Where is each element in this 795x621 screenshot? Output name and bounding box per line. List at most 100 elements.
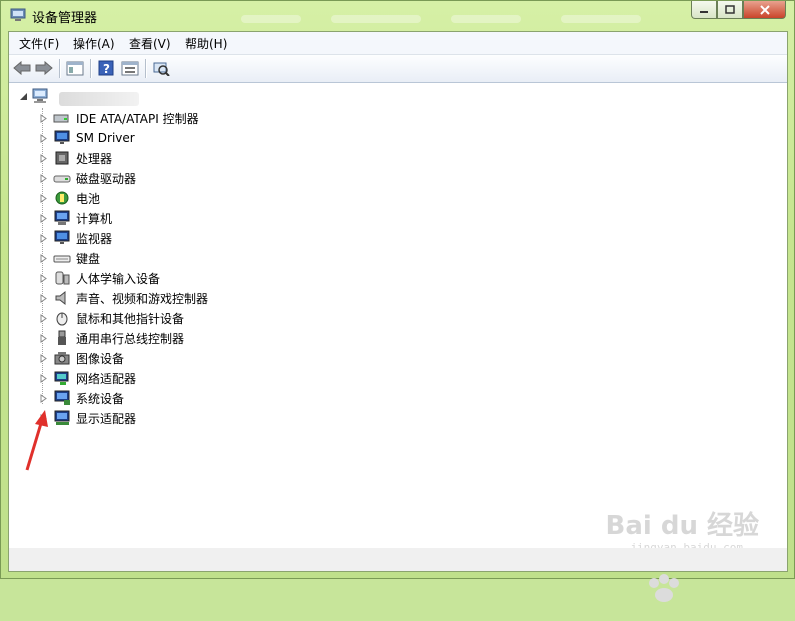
baidu-paw-icon [649,574,679,602]
tree-item-label: 磁盘驱动器 [76,171,137,186]
toolbar-separator [90,59,92,78]
window-controls [691,1,786,19]
minimize-icon [700,10,708,13]
collapse-triangle-icon[interactable] [19,92,28,101]
menu-view[interactable]: 查看(V) [129,35,171,52]
maximize-icon [725,5,735,14]
tree-item[interactable]: 电池 [39,188,100,208]
expand-triangle-icon[interactable] [39,373,48,383]
menu-help[interactable]: 帮助(H) [185,35,227,52]
show-hide-console-tree-button[interactable] [65,59,85,77]
disk-drive-icon [53,170,71,186]
toolbar: ? [9,55,787,83]
svg-text:?: ? [103,62,110,76]
tree-item-label: 处理器 [76,151,113,166]
tree-item[interactable]: 键盘 [39,248,100,268]
expand-triangle-icon[interactable] [39,133,48,143]
back-arrow-icon [13,61,31,75]
tree-item-label: SM Driver [76,131,135,145]
expand-triangle-icon[interactable] [39,153,48,163]
expand-triangle-icon[interactable] [39,253,48,263]
baidu-watermark [592,573,742,621]
menu-bar: 文件(F) 操作(A) 查看(V) 帮助(H) [9,32,787,55]
toolbar-separator [145,59,147,78]
tree-item[interactable]: 声音、视频和游戏控制器 [39,288,208,308]
tree-item[interactable]: 处理器 [39,148,112,168]
expand-triangle-icon[interactable] [39,393,48,403]
tree-item[interactable]: 计算机 [39,208,112,228]
processor-icon [53,150,71,166]
device-manager-icon [10,8,26,21]
tree-item[interactable]: 系统设备 [39,388,124,408]
expand-triangle-icon[interactable] [39,233,48,243]
tree-item-label: 电池 [76,191,101,206]
expand-triangle-icon[interactable] [39,313,48,323]
expand-triangle-icon[interactable] [39,293,48,303]
menu-file[interactable]: 文件(F) [19,35,59,52]
tree-item-label: 通用串行总线控制器 [76,331,185,346]
background-blur [561,15,641,23]
menu-action[interactable]: 操作(A) [73,35,115,52]
tree-item[interactable]: 磁盘驱动器 [39,168,136,188]
expand-triangle-icon[interactable] [39,113,48,123]
background-blur [241,15,301,23]
expand-triangle-icon[interactable] [39,353,48,363]
close-button[interactable] [743,1,786,19]
speaker-icon [53,290,71,306]
tree-item-label: IDE ATA/ATAPI 控制器 [76,111,199,126]
computer-icon [53,210,71,226]
red-arrow-annotation [25,410,48,471]
tree-item[interactable]: 显示适配器 [39,408,136,428]
tree-item-label: 计算机 [76,211,113,226]
properties-icon [121,61,139,75]
forward-button[interactable] [34,59,54,77]
tree-item[interactable]: 图像设备 [39,348,124,368]
console-tree-icon [66,61,84,75]
background-blur [331,15,421,23]
properties-button[interactable] [120,59,140,77]
minimize-button[interactable] [691,1,717,19]
expand-triangle-icon[interactable] [39,193,48,203]
forward-arrow-icon [35,61,53,75]
network-adapter-icon [53,370,71,386]
tree-item[interactable]: 监视器 [39,228,112,248]
expand-triangle-icon[interactable] [39,333,48,343]
client-area: 文件(F) 操作(A) 查看(V) 帮助(H) ? IDE ATA/ATAPI … [8,31,788,602]
expand-triangle-icon[interactable] [39,273,48,283]
scan-hardware-changes-button[interactable] [151,59,171,77]
computer-name-redacted [59,92,139,106]
tree-item-label: 图像设备 [76,351,125,366]
tree-item[interactable]: SM Driver [39,128,135,148]
tree-item[interactable]: 通用串行总线控制器 [39,328,184,348]
help-icon: ? [98,60,114,76]
hid-icon [53,270,71,286]
tree-item[interactable]: 人体学输入设备 [39,268,160,288]
scan-hardware-icon [153,62,170,76]
tree-item-label: 网络适配器 [76,371,137,386]
window-title: 设备管理器 [32,11,98,26]
expand-triangle-icon[interactable] [39,213,48,223]
tree-item-label: 显示适配器 [76,411,137,426]
status-bar [9,548,787,571]
background-blur [451,15,521,23]
computer-icon [32,88,48,103]
device-tree: IDE ATA/ATAPI 控制器 SM Driver 处理器磁盘驱动器电池计算机监… [9,83,787,602]
tree-item-label: 鼠标和其他指针设备 [76,311,185,326]
tree-item[interactable]: 鼠标和其他指针设备 [39,308,184,328]
expand-triangle-icon[interactable] [39,173,48,183]
tree-item-label: 声音、视频和游戏控制器 [76,291,209,306]
back-button[interactable] [12,59,32,77]
tree-item[interactable]: IDE ATA/ATAPI 控制器 [39,108,199,128]
ide-controller-icon [53,110,71,126]
maximize-button[interactable] [717,1,743,19]
battery-icon [53,190,71,206]
tree-item[interactable]: 网络适配器 [39,368,136,388]
watermark-text: Bai du 经验 [605,511,760,541]
usb-icon [53,330,71,346]
camera-icon [53,350,71,366]
tree-item-label: 监视器 [76,231,113,246]
device-manager-window: 设备管理器 文件(F) 操作(A) 查看(V) 帮助(H) ? IDE ATA/… [0,0,795,602]
tree-item-label: 系统设备 [76,391,125,406]
help-button[interactable]: ? [96,59,116,77]
title-bar[interactable]: 设备管理器 [1,1,794,31]
